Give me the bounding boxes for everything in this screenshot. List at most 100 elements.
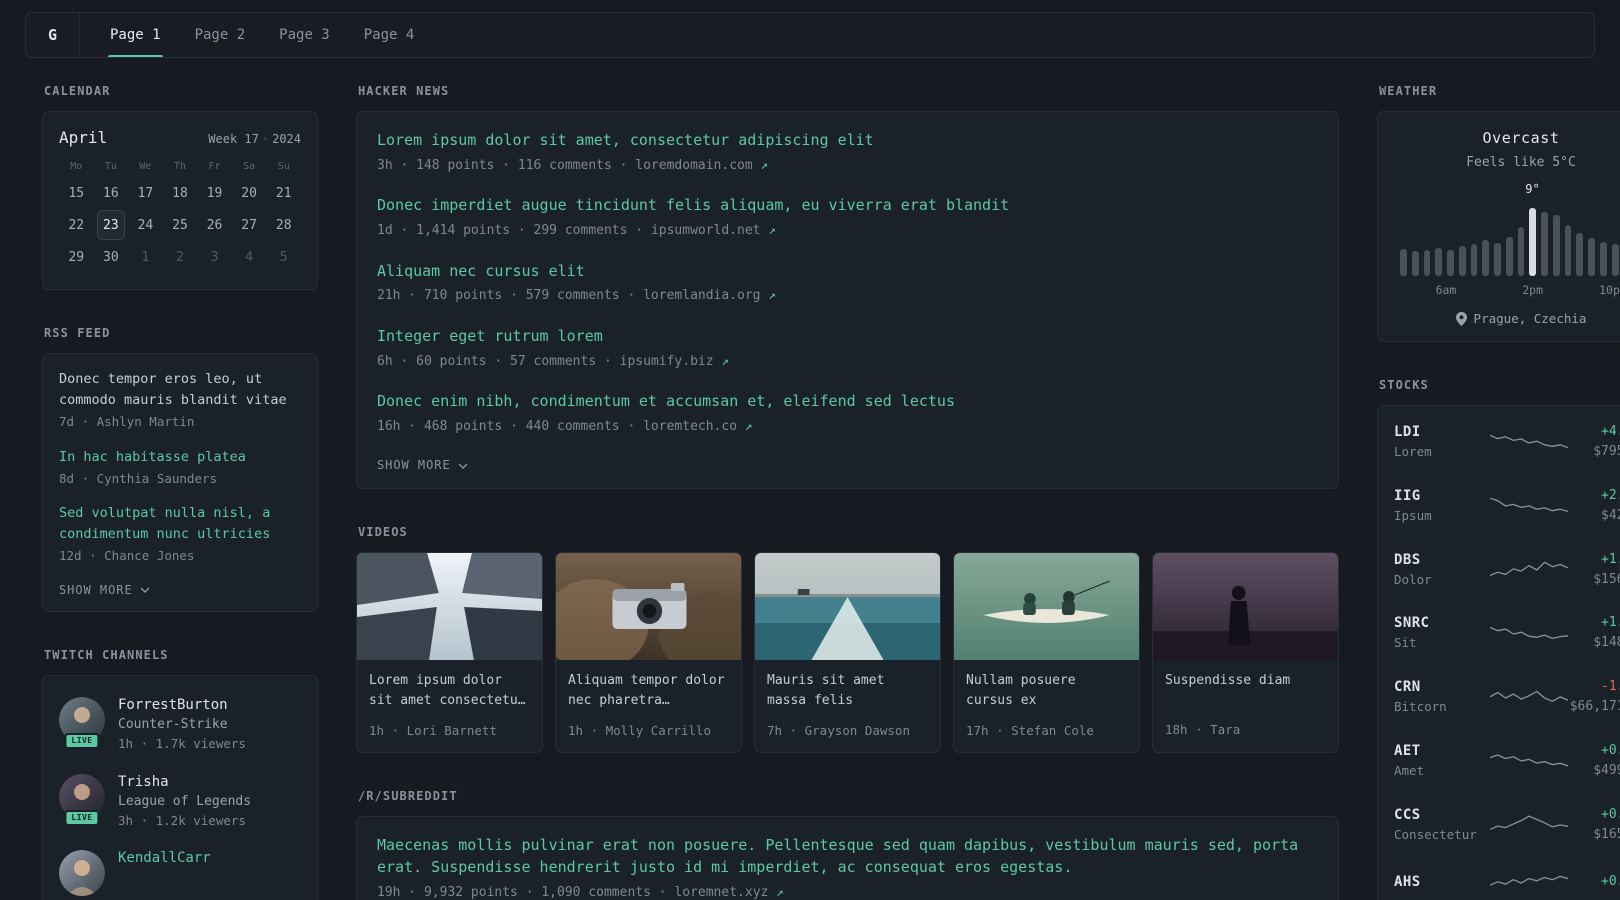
calendar-day[interactable]: 24: [131, 210, 160, 240]
rss-item-title[interactable]: Donec tempor eros leo, ut commodo mauris…: [59, 369, 301, 411]
calendar-day[interactable]: 27: [235, 210, 264, 240]
video-card[interactable]: Lorem ipsum dolor sit amet consectetu… 1h…: [356, 552, 543, 754]
post-meta: 16h · 468 points · 440 comments · loremt…: [377, 417, 1318, 437]
stock-symbol: LDI: [1394, 424, 1421, 440]
post-source-link[interactable]: loremnet.xyz ↗: [674, 883, 784, 900]
channel-game[interactable]: Counter-Strike: [118, 717, 246, 732]
video-title[interactable]: Aliquam tempor dolor nec pharetra…: [568, 671, 729, 711]
twitch-channel[interactable]: KendallCarr: [59, 850, 301, 897]
show-more-button[interactable]: SHOW MORE: [59, 581, 150, 599]
stock-price: $42.04: [1601, 507, 1620, 523]
channel-game[interactable]: League of Legends: [118, 794, 251, 809]
stock-row[interactable]: CCS Consectetur +0.51% $165.84: [1394, 794, 1620, 858]
stock-price: $499.72: [1593, 762, 1620, 778]
calendar-day[interactable]: 20: [235, 178, 264, 208]
app-logo[interactable]: G: [26, 13, 80, 57]
calendar-day[interactable]: 25: [166, 210, 195, 240]
stock-change: +1.36%: [1601, 615, 1620, 631]
calendar-day[interactable]: 26: [200, 210, 229, 240]
video-title[interactable]: Lorem ipsum dolor sit amet consectetu…: [369, 671, 530, 711]
weather-hour-bar: [1435, 248, 1443, 276]
video-card[interactable]: Mauris sit amet massa felis 7h · Grayson …: [754, 552, 941, 754]
video-card[interactable]: Aliquam tempor dolor nec pharetra… 1h · M…: [555, 552, 742, 754]
post-title[interactable]: Maecenas mollis pulvinar erat non posuer…: [377, 835, 1318, 879]
video-title[interactable]: Suspendisse diam: [1165, 671, 1326, 711]
stock-row[interactable]: CRN Bitcorn -1.00% $66,171.48: [1394, 666, 1620, 730]
nav-tab-3[interactable]: Page 4: [352, 13, 427, 57]
stock-row[interactable]: AET Amet +0.92% $499.72: [1394, 730, 1620, 794]
post-item: Donec imperdiet augue tincidunt felis al…: [377, 195, 1318, 240]
calendar-day[interactable]: 29: [62, 242, 91, 272]
post-title[interactable]: Aliquam nec cursus elit: [377, 261, 1318, 283]
hackernews-section-header: HACKER NEWS: [358, 84, 450, 98]
rss-item-title[interactable]: In hac habitasse platea: [59, 447, 301, 468]
post-title[interactable]: Lorem ipsum dolor sit amet, consectetur …: [377, 130, 1318, 152]
calendar-day[interactable]: 2: [166, 242, 195, 272]
calendar-day-selected[interactable]: 23: [96, 210, 126, 240]
nav-tab-1[interactable]: Page 2: [183, 13, 258, 57]
post-title[interactable]: Integer eget rutrum lorem: [377, 326, 1318, 348]
weather-hour-bar: [1400, 249, 1407, 276]
calendar-day[interactable]: 28: [269, 210, 298, 240]
stock-name: Ipsum: [1394, 507, 1432, 523]
twitch-channel[interactable]: LIVE ForrestBurton Counter-Strike 1h · 1.7k…: [59, 696, 301, 754]
calendar-day[interactable]: 19: [200, 178, 229, 208]
channel-name[interactable]: ForrestBurton: [118, 697, 246, 713]
rss-item-title[interactable]: Sed volutpat nulla nisl, a condimentum n…: [59, 503, 301, 545]
weather-time-label: 6am: [1435, 283, 1457, 297]
post-source-link[interactable]: ipsumworld.net ↗: [651, 222, 776, 238]
stocks-widget: STOCKS LDI Lorem +4.35% $795.18 IIG Ipsum +2.8…: [1377, 378, 1620, 900]
calendar-day[interactable]: 30: [97, 242, 126, 272]
calendar-day[interactable]: 21: [269, 178, 298, 208]
weather-time-axis: 6am 2pm 10pm: [1400, 283, 1620, 298]
video-card[interactable]: Nullam posuere cursus ex 17h · Stefan Col…: [953, 552, 1140, 754]
post-source-link[interactable]: ipsumify.biz ↗: [620, 353, 729, 369]
calendar-day[interactable]: 3: [200, 242, 229, 272]
calendar-day[interactable]: 1: [131, 242, 160, 272]
external-link-icon: ↗: [776, 883, 784, 899]
stock-row[interactable]: DBS Dolor +1.42% $156.28: [1394, 539, 1620, 603]
calendar-day[interactable]: 16: [97, 178, 126, 208]
weather-hour-bar: [1482, 240, 1490, 276]
stock-symbol: AHS: [1394, 873, 1421, 890]
calendar-day[interactable]: 5: [269, 242, 298, 272]
twitch-section-header: TWITCH CHANNELS: [44, 647, 169, 662]
calendar-day[interactable]: 22: [62, 210, 91, 240]
video-title[interactable]: Nullam posuere cursus ex: [966, 671, 1127, 711]
stock-row[interactable]: AHS +0.46%: [1394, 857, 1620, 900]
post-source-link[interactable]: loremtech.co ↗: [643, 418, 752, 434]
post-title[interactable]: Donec imperdiet augue tincidunt felis al…: [377, 195, 1318, 217]
video-card[interactable]: Suspendisse diam 18h · Tara: [1152, 552, 1339, 754]
subreddit-section-header: /R/SUBREDDIT: [358, 789, 458, 804]
thumbnail-canoe-lake: [954, 553, 1139, 661]
post-source-link[interactable]: loremlandia.org ↗: [643, 287, 776, 303]
post-source-link[interactable]: loremdomain.com ↗: [635, 157, 768, 173]
weather-hour-bar: [1517, 227, 1525, 276]
nav-tab-2[interactable]: Page 3: [267, 13, 342, 57]
weather-hour-bar: [1447, 250, 1454, 276]
weather-hour-bar: [1541, 212, 1548, 276]
channel-name[interactable]: Trisha: [118, 774, 251, 790]
stock-values: +0.46%: [1601, 874, 1620, 892]
channel-name[interactable]: KendallCarr: [118, 850, 211, 866]
calendar-dayname: Th: [173, 161, 187, 172]
post-meta: 3h · 148 points · 116 comments · loremdo…: [377, 156, 1318, 176]
live-badge: LIVE: [64, 809, 100, 826]
stock-row[interactable]: IIG Ipsum +2.84% $42.04: [1394, 475, 1620, 539]
weather-bars: [1400, 204, 1620, 276]
twitch-channel[interactable]: LIVE Trisha League of Legends 3h · 1.2k vie…: [59, 773, 301, 831]
stock-row[interactable]: SNRC Sit +1.36% $148.64: [1394, 602, 1620, 666]
video-title[interactable]: Mauris sit amet massa felis: [767, 671, 928, 711]
calendar-day[interactable]: 4: [235, 242, 264, 272]
calendar-day[interactable]: 18: [166, 178, 195, 208]
show-more-button[interactable]: SHOW MORE: [377, 456, 468, 474]
calendar-day[interactable]: 15: [62, 178, 91, 208]
sparkline-chart: [1490, 815, 1568, 831]
nav-tab-0[interactable]: Page 1: [98, 13, 173, 57]
video-meta: 7h · Grayson Dawson: [767, 722, 910, 738]
stock-row[interactable]: LDI Lorem +4.35% $795.18: [1394, 411, 1620, 475]
post-title[interactable]: Donec enim nibh, condimentum et accumsan…: [377, 391, 1318, 413]
stock-change: +0.51%: [1601, 806, 1620, 822]
videos-row: Lorem ipsum dolor sit amet consectetu… 1h…: [356, 552, 1339, 754]
calendar-day[interactable]: 17: [131, 178, 160, 208]
